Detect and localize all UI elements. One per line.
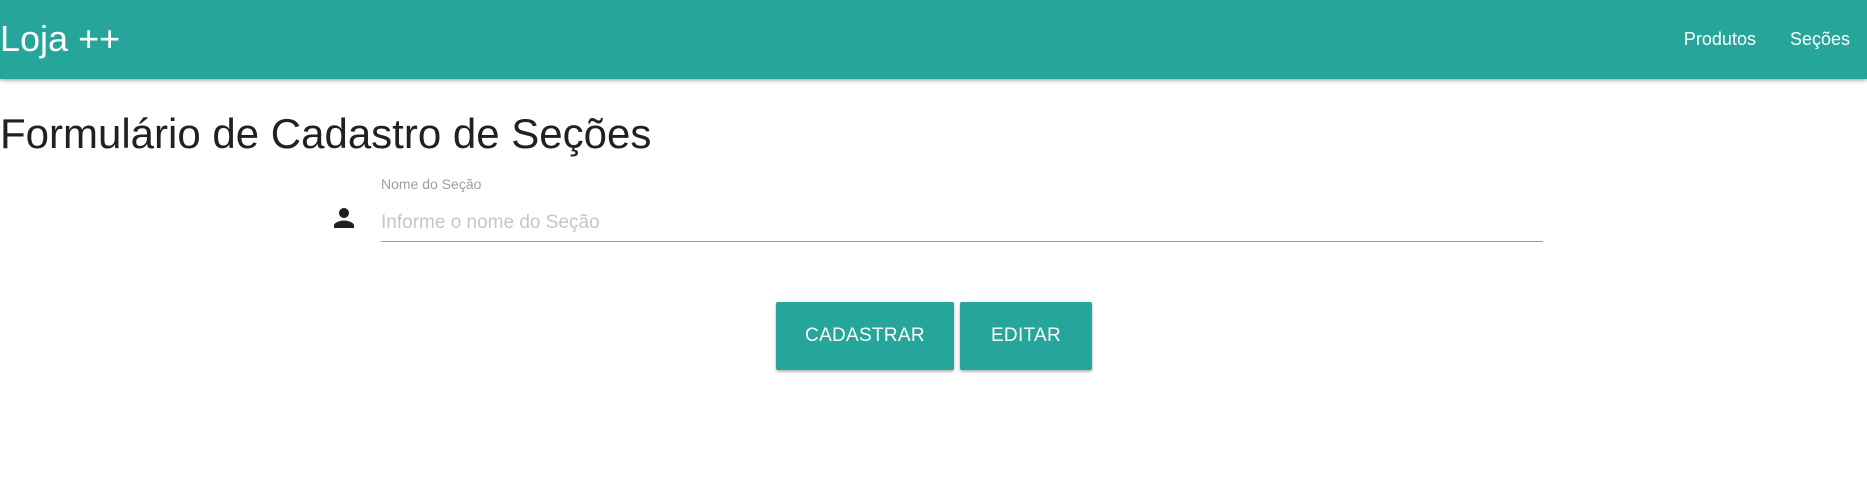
section-name-label: Nome do Seção	[381, 176, 482, 192]
person-icon	[329, 203, 359, 233]
brand-logo[interactable]: Loja ++	[0, 17, 120, 61]
nav-link-produtos[interactable]: Produtos	[1667, 0, 1773, 79]
page-title: Formulário de Cadastro de Seções	[0, 110, 652, 157]
nav-link-secoes[interactable]: Seções	[1773, 0, 1867, 79]
cadastrar-button[interactable]: CADASTRAR	[776, 302, 954, 370]
top-navbar: Loja ++ Produtos Seções	[0, 0, 1867, 79]
editar-button[interactable]: EDITAR	[960, 302, 1092, 370]
nav-links: Produtos Seções	[1667, 0, 1867, 79]
section-name-input[interactable]	[381, 204, 1543, 242]
